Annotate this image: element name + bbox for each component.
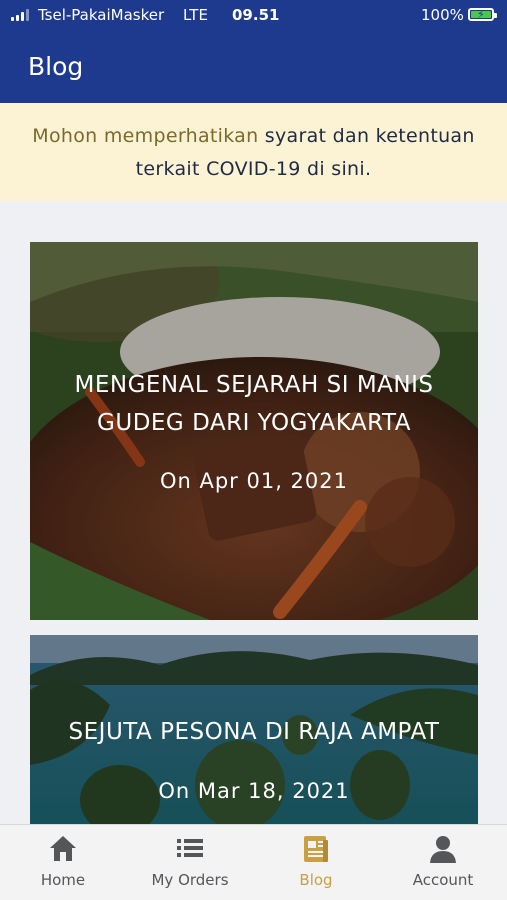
tab-label: My Orders [151, 871, 229, 889]
tab-blog[interactable]: Blog [253, 825, 379, 900]
battery-icon: ⚡ [468, 8, 497, 21]
notice-line-2: terkait COVID-19 di sini. [135, 158, 372, 180]
post-date: On Apr 01, 2021 [159, 469, 349, 493]
home-icon [50, 836, 76, 861]
list-icon [177, 839, 203, 857]
covid-notice-banner[interactable]: Mohon memperhatikan syarat dan ketentuan… [0, 103, 507, 201]
tab-label: Blog [299, 871, 333, 889]
page-title: Blog [28, 52, 84, 81]
status-bar: Tsel-PakaiMasker LTE 09.51 100% ⚡ [0, 0, 507, 30]
network-type: LTE [183, 6, 208, 24]
tab-home[interactable]: Home [0, 825, 126, 900]
notice-line-1: Mohon memperhatikan syarat dan ketentuan [0, 125, 507, 147]
post-title: MENGENAL SEJARAH SI MANIS GUDEG DARI YOG… [74, 372, 434, 436]
notice-link[interactable]: Mohon memperhatikan [32, 125, 258, 147]
tab-label: Account [412, 871, 474, 889]
notice-text: syarat dan ketentuan [258, 125, 475, 147]
tab-account[interactable]: Account [380, 825, 506, 900]
post-title: SEJUTA PESONA DI RAJA AMPAT [68, 719, 440, 745]
tab-my-orders[interactable]: My Orders [127, 825, 253, 900]
blog-post-card[interactable]: SEJUTA PESONA DI RAJA AMPAT On Mar 18, 2… [30, 635, 478, 825]
carrier-name: Tsel-PakaiMasker [38, 6, 165, 24]
status-time: 09.51 [232, 6, 280, 24]
app-header: Tsel-PakaiMasker LTE 09.51 100% ⚡ Blog [0, 0, 507, 103]
blog-post-card[interactable]: MENGENAL SEJARAH SI MANIS GUDEG DARI YOG… [30, 242, 478, 620]
battery-percentage: 100% [421, 6, 464, 24]
account-icon [430, 836, 456, 863]
signal-icon [11, 9, 31, 21]
bottom-tab-bar: Home My Orders Blog Account [0, 824, 507, 900]
blog-icon [304, 836, 328, 862]
tab-label: Home [40, 871, 86, 889]
post-date: On Mar 18, 2021 [158, 779, 350, 803]
